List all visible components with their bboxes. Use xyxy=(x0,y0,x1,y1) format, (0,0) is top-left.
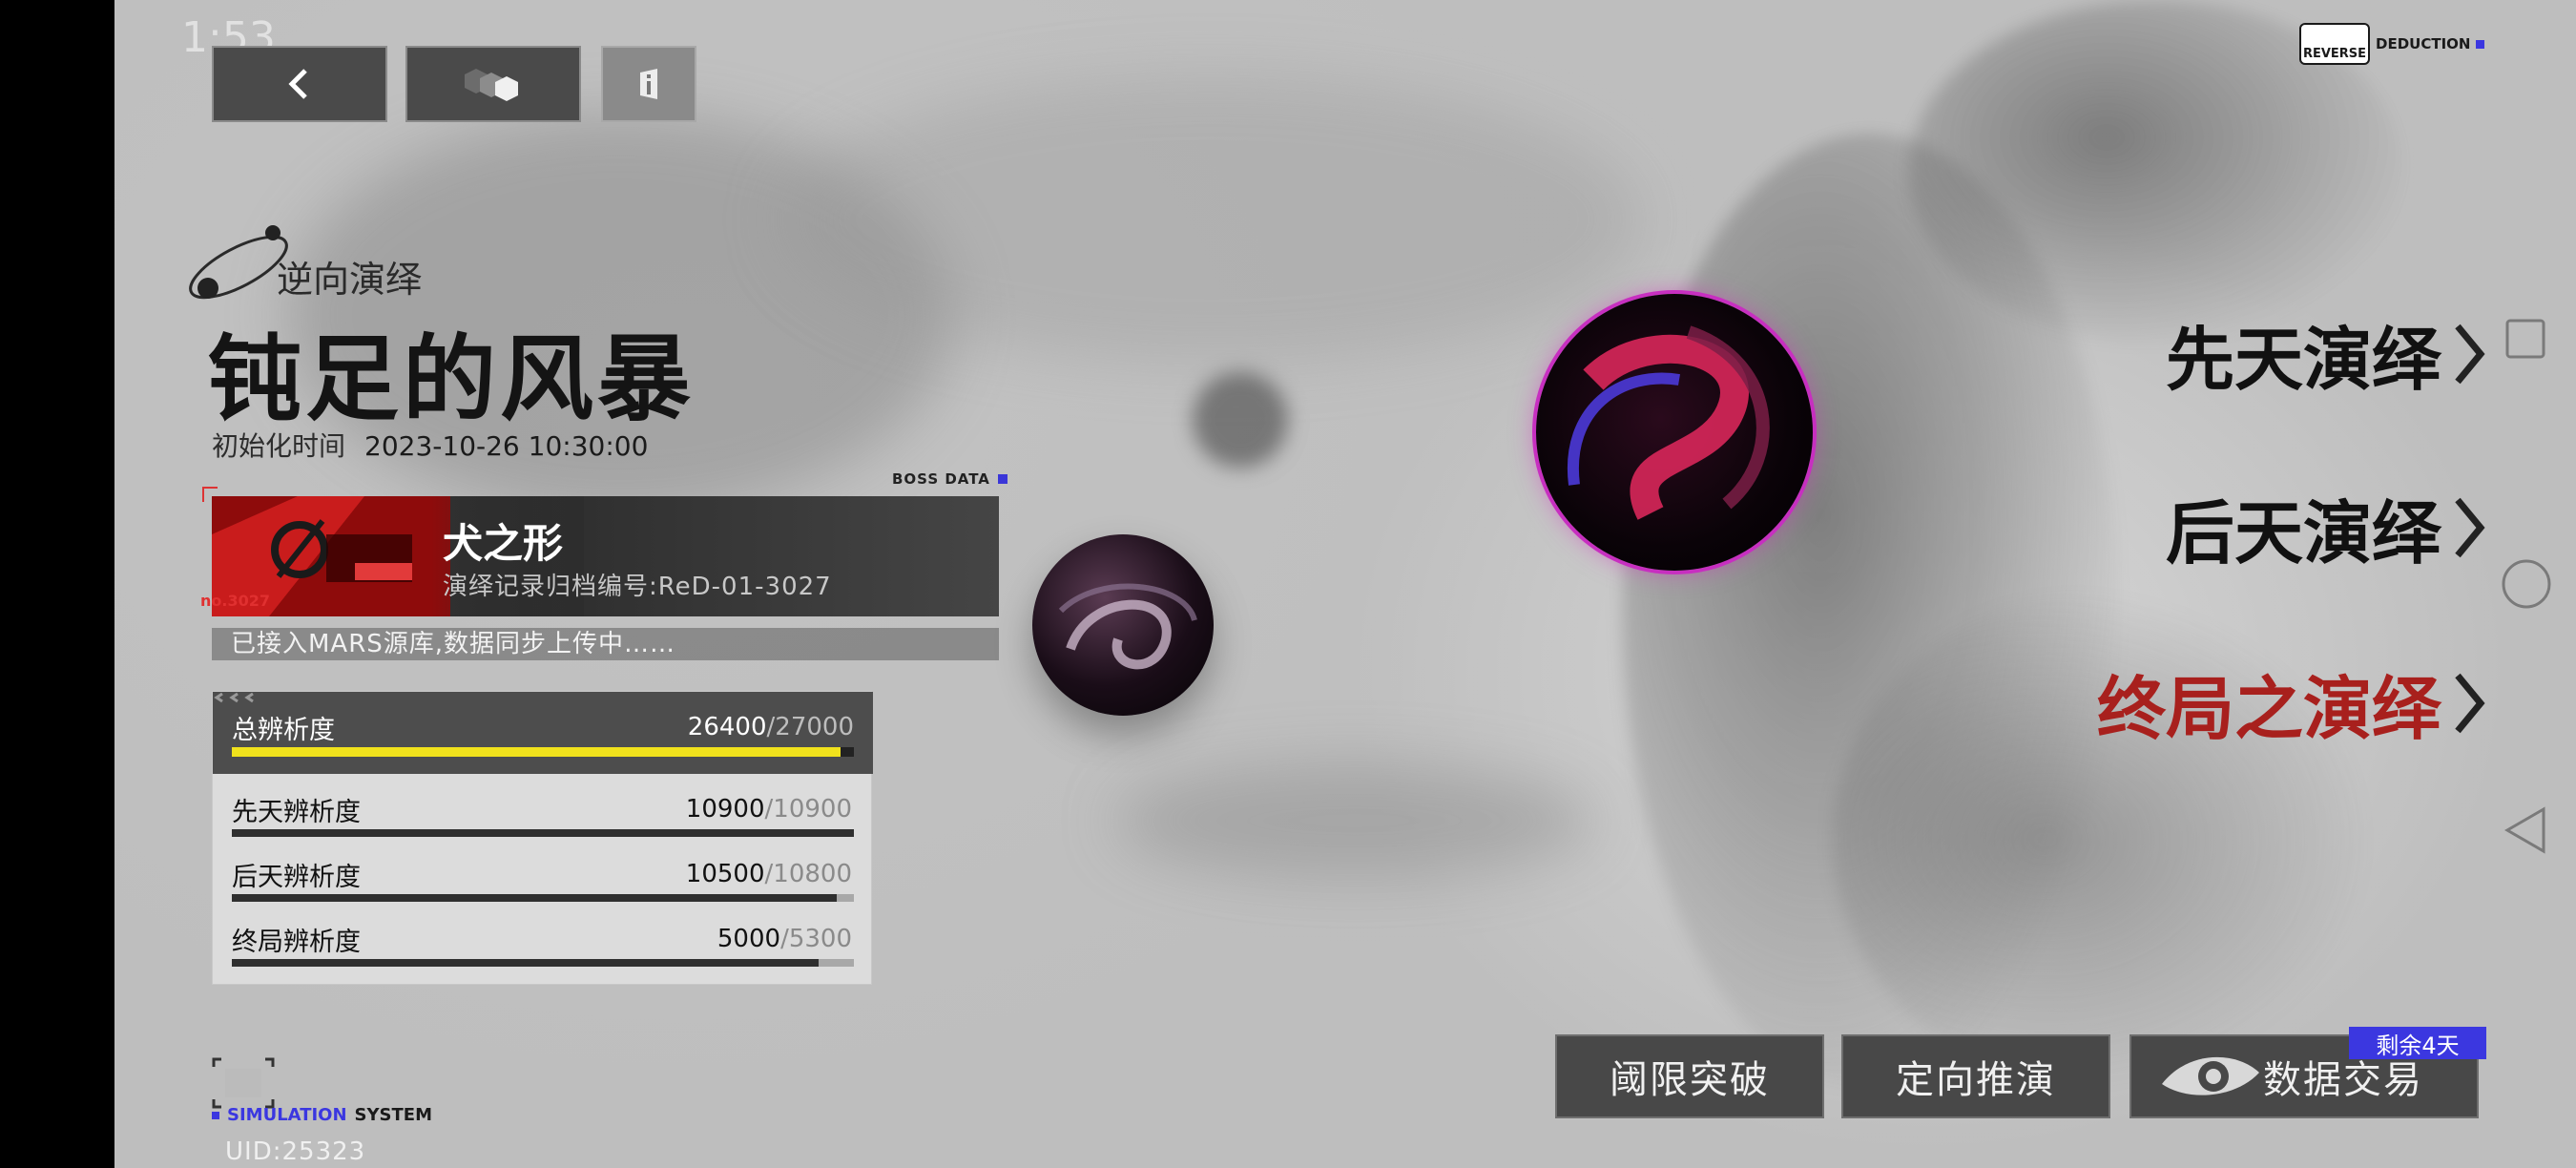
resolution-stats-panel: 总辨析度 26400/27000 先天辨析度 10900/10900 后天辨析度… xyxy=(212,691,873,985)
stat-progress-fill xyxy=(232,894,837,902)
init-time-label: 初始化时间 xyxy=(212,430,346,462)
system-navbar xyxy=(2481,0,2576,1168)
system-text: SYSTEM xyxy=(354,1105,432,1125)
threshold-breakthrough-button[interactable]: 阈限突破 xyxy=(1555,1034,1824,1118)
stat-max: /10800 xyxy=(764,860,852,888)
logo-badge: REVERSE xyxy=(2299,23,2370,65)
orb-swirl xyxy=(1058,583,1197,670)
stage-orb-small[interactable] xyxy=(1032,534,1214,716)
mode-label: 后天演绎 xyxy=(2166,492,2441,574)
stat-current: 26400 xyxy=(687,713,767,741)
eye-icon xyxy=(2162,1056,2259,1095)
logo-deduction-text: DEDUCTION xyxy=(2376,35,2471,52)
stat-current: 5000 xyxy=(717,925,781,953)
stat-value: 10500/10800 xyxy=(686,860,852,888)
info-icon xyxy=(640,69,657,99)
directed-deduction-button[interactable]: 定向推演 xyxy=(1841,1034,2110,1118)
boss-data-square-icon xyxy=(997,474,1008,484)
info-button[interactable] xyxy=(601,46,696,122)
reverse-deduction-logo: REVERSE DEDUCTION xyxy=(2299,23,2485,65)
chevron-left-icon xyxy=(288,69,307,99)
mode-label: 终局之演绎 xyxy=(2097,668,2441,749)
sim-text: SIMULATION xyxy=(227,1105,347,1125)
mode-eyebrow: 逆向演绎 xyxy=(277,259,423,301)
stat-max: /27000 xyxy=(766,713,854,741)
small-orb xyxy=(1193,372,1288,468)
back-button[interactable] xyxy=(212,46,387,122)
stat-current: 10500 xyxy=(685,860,765,888)
total-progress-track xyxy=(232,747,854,757)
stat-progress-track xyxy=(232,959,854,967)
boss-data-header: BOSS DATA xyxy=(892,470,1008,488)
boss-name: 犬之形 xyxy=(443,520,564,567)
sim-square-icon xyxy=(212,1111,219,1119)
stat-label: 终局辨析度 xyxy=(232,928,361,957)
bg-shadow xyxy=(1116,763,1593,878)
stat-value: 5000/5300 xyxy=(717,925,852,953)
stat-label: 总辨析度 xyxy=(232,716,335,745)
uid: UID:25323 xyxy=(225,1137,366,1166)
total-stat: 总辨析度 26400/27000 xyxy=(213,692,873,774)
simulation-system-label: SIMULATION SYSTEM xyxy=(212,1105,432,1125)
stat-max: /5300 xyxy=(780,925,852,953)
stat-current: 10900 xyxy=(685,795,765,824)
orb-swirl xyxy=(1567,325,1770,520)
mode-label: 先天演绎 xyxy=(2166,319,2441,400)
boss-data-label: BOSS DATA xyxy=(892,470,990,488)
sync-status: 已接入MARS源库,数据同步上传中…… xyxy=(212,628,999,660)
chevron-decor-icon xyxy=(214,692,254,703)
stat-progress-track xyxy=(232,894,854,902)
bg-haze xyxy=(782,76,1641,363)
switch-button[interactable] xyxy=(405,46,581,122)
trade-remaining-badge: 剩余4天 xyxy=(2349,1027,2486,1059)
stat-progress-fill xyxy=(232,829,854,837)
stage-orb-large[interactable] xyxy=(1536,294,1813,571)
stat-value: 10900/10900 xyxy=(686,795,852,824)
qr-icon xyxy=(212,1057,275,1109)
stat-label: 后天辨析度 xyxy=(232,863,361,892)
boss-record-code: 演绎记录归档编号:ReD-01-3027 xyxy=(443,573,832,601)
stage-title: 钝足的风暴 xyxy=(208,324,696,434)
stat-progress-fill xyxy=(232,959,819,967)
home-icon[interactable] xyxy=(2500,557,2553,611)
logo-reverse-text: REVERSE xyxy=(2302,47,2367,61)
screen: 1:53 REVERSE DEDUCTION 逆向演绎 钝足的风暴 初始化时间 2 xyxy=(0,0,2576,1168)
stat-max: /10900 xyxy=(764,795,852,824)
stat-progress-track xyxy=(232,829,854,837)
stat-value: 26400/27000 xyxy=(688,713,854,741)
stat-label: 先天辨析度 xyxy=(232,798,361,827)
init-time: 初始化时间 2023-10-26 10:30:00 xyxy=(212,426,648,464)
init-time-value: 2023-10-26 10:30:00 xyxy=(364,430,649,462)
boss-number: no.3027 xyxy=(200,592,270,610)
cube-switch-icon xyxy=(465,69,518,101)
back-nav-icon[interactable] xyxy=(2502,803,2549,857)
total-progress-fill xyxy=(232,747,841,757)
recent-apps-icon[interactable] xyxy=(2502,315,2549,363)
boss-card[interactable]: 犬之形 演绎记录归档编号:ReD-01-3027 xyxy=(212,496,999,616)
